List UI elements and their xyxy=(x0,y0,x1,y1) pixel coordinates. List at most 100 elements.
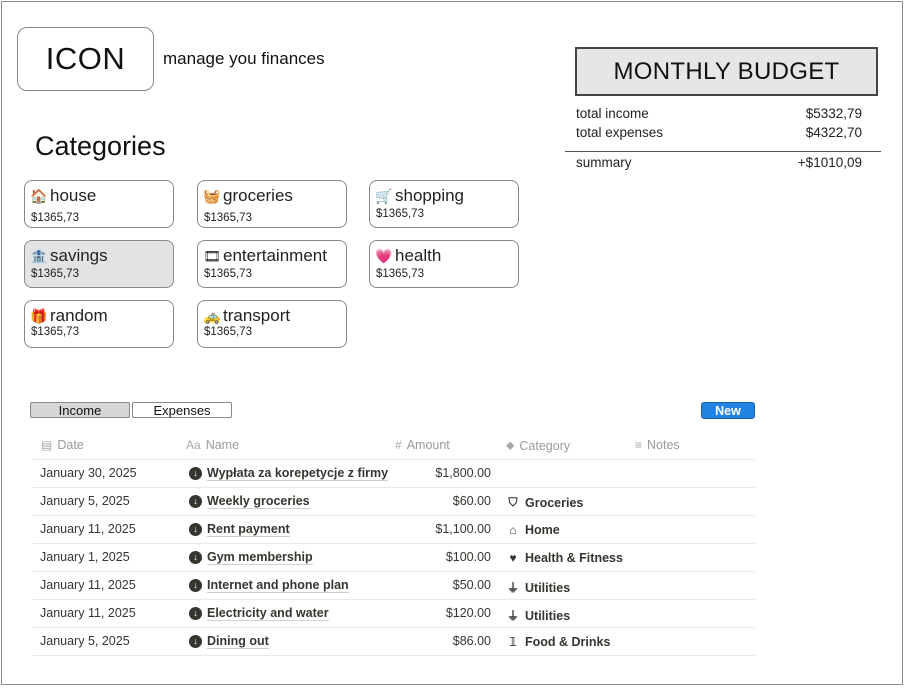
category-amount: $1365,73 xyxy=(31,212,79,224)
row-date: January 11, 2025 xyxy=(40,578,136,592)
tag-icon: ⬥ xyxy=(506,438,515,452)
heart-icon: 💗 xyxy=(375,247,393,264)
budget-title-text: MONTHLY BUDGET xyxy=(613,57,840,85)
arrow-down-circle-icon: ↓ xyxy=(189,467,202,480)
table-row[interactable]: January 30, 2025 ↓ Wypłata za korepetycje… xyxy=(33,460,755,488)
category-card-random[interactable]: 🎁 random $1365,73 xyxy=(24,300,174,348)
row-category[interactable]: ⏚ Utilities xyxy=(506,579,570,596)
bank-icon: 🏦 xyxy=(30,247,48,264)
table-row[interactable]: January 5, 2025 ↓ Dining out $86.00 𝟙 Food… xyxy=(33,628,755,656)
category-card-entertainment[interactable]: 🎞 entertainment $1365,73 xyxy=(197,240,347,288)
category-amount: $1365,73 xyxy=(31,268,79,280)
tab-expenses[interactable]: Expenses xyxy=(132,402,232,418)
arrow-down-circle-icon: ↓ xyxy=(189,607,202,620)
total-income-row: total income $5332,79 xyxy=(576,106,862,121)
row-date: January 11, 2025 xyxy=(40,606,136,620)
row-category[interactable]: ♥ Health & Fitness xyxy=(506,551,623,565)
arrow-down-circle-icon: ↓ xyxy=(189,635,202,648)
tagline: manage you finances xyxy=(163,49,325,68)
row-amount: $86.00 xyxy=(452,634,491,648)
category-amount: $1365,73 xyxy=(376,208,424,220)
category-card-groceries[interactable]: 🧺 groceries $1365,73 xyxy=(197,180,347,228)
summary-value: +$1010,09 xyxy=(797,155,862,170)
column-name[interactable]: Aa Name xyxy=(186,438,239,452)
row-amount: $100.00 xyxy=(445,550,491,564)
column-amount[interactable]: # Amount xyxy=(395,438,450,452)
row-category[interactable]: ⌂ Home xyxy=(506,523,559,537)
budget-divider xyxy=(565,151,881,152)
row-amount: $120.00 xyxy=(445,606,491,620)
row-amount: $1,800.00 xyxy=(435,466,491,480)
logo-text: ICON xyxy=(45,41,126,76)
arrow-down-circle-icon: ↓ xyxy=(189,495,202,508)
total-expenses-label: total expenses xyxy=(576,125,664,140)
row-name[interactable]: ↓ Dining out xyxy=(189,634,269,649)
table-row[interactable]: January 11, 2025 ↓ Rent payment $1,100.00… xyxy=(33,516,755,544)
category-amount: $1365,73 xyxy=(204,212,252,224)
total-expenses-row: total expenses $4322,70 xyxy=(576,125,862,140)
gift-icon: 🎁 xyxy=(30,307,48,324)
text-type-icon: Aa xyxy=(186,438,201,452)
summary-row: summary +$1010,09 xyxy=(576,155,862,170)
tab-income[interactable]: Income xyxy=(30,402,130,418)
row-amount: $1,100.00 xyxy=(435,522,491,536)
column-date[interactable]: ▤ Date xyxy=(41,438,84,452)
table-header: ▤ Date Aa Name # Amount ⬥ Category ≡ Notes xyxy=(33,432,755,460)
categories-heading: Categories xyxy=(35,131,166,161)
category-card-savings[interactable]: 🏦 savings $1365,73 xyxy=(24,240,174,288)
new-button[interactable]: New xyxy=(701,402,755,419)
table-row[interactable]: January 5, 2025 ↓ Weekly groceries $60.00… xyxy=(33,488,755,516)
row-name[interactable]: ↓ Weekly groceries xyxy=(189,494,310,509)
plug-icon: ⏚ xyxy=(506,581,519,595)
row-date: January 5, 2025 xyxy=(40,634,130,648)
category-label: house xyxy=(50,186,97,205)
number-type-icon: # xyxy=(395,438,402,452)
utensils-icon: 𝟙 xyxy=(508,635,518,649)
row-category[interactable]: ⏚ Utilities xyxy=(506,607,570,624)
category-label: groceries xyxy=(223,186,293,205)
category-amount: $1365,73 xyxy=(31,326,79,338)
category-card-transport[interactable]: 🚕 transport $1365,73 xyxy=(197,300,347,348)
row-name[interactable]: ↓ Gym membership xyxy=(189,550,313,565)
row-date: January 5, 2025 xyxy=(40,494,130,508)
category-label: random xyxy=(50,306,108,325)
row-name[interactable]: ↓ Electricity and water xyxy=(189,606,329,621)
film-icon: 🎞 xyxy=(203,247,221,264)
row-category[interactable]: ⛉ Groceries xyxy=(506,495,583,510)
total-income-label: total income xyxy=(576,106,649,121)
summary-label: summary xyxy=(576,155,632,170)
table-row[interactable]: January 11, 2025 ↓ Electricity and water … xyxy=(33,600,755,628)
row-category[interactable]: 𝟙 Food & Drinks xyxy=(506,635,611,649)
row-name[interactable]: ↓ Rent payment xyxy=(189,522,290,537)
row-amount: $60.00 xyxy=(452,494,491,508)
category-card-house[interactable]: 🏠 house $1365,73 xyxy=(24,180,174,228)
category-card-shopping[interactable]: 🛒 shopping $1365,73 xyxy=(369,180,519,228)
logo-placeholder: ICON xyxy=(17,27,154,91)
category-card-health[interactable]: 💗 health $1365,73 xyxy=(369,240,519,288)
total-income-value: $5332,79 xyxy=(805,106,862,121)
category-label: health xyxy=(395,246,442,265)
row-name[interactable]: ↓ Internet and phone plan xyxy=(189,578,349,593)
category-amount: $1365,73 xyxy=(204,326,252,338)
category-amount: $1365,73 xyxy=(376,268,424,280)
heart-icon: ♥ xyxy=(509,551,517,565)
lines-icon: ≡ xyxy=(635,438,643,452)
row-date: January 30, 2025 xyxy=(40,466,137,480)
house-icon: 🏠 xyxy=(30,187,48,204)
total-expenses-value: $4322,70 xyxy=(805,125,862,140)
table-row[interactable]: January 1, 2025 ↓ Gym membership $100.00 … xyxy=(33,544,755,572)
cart-icon: 🛒 xyxy=(375,187,393,204)
column-category[interactable]: ⬥ Category xyxy=(506,438,570,453)
category-amount: $1365,73 xyxy=(204,268,252,280)
column-notes[interactable]: ≡ Notes xyxy=(635,438,680,452)
basket-icon: 🧺 xyxy=(203,187,221,204)
car-icon: 🚕 xyxy=(203,307,221,324)
table-row[interactable]: January 11, 2025 ↓ Internet and phone pla… xyxy=(33,572,755,600)
category-label: shopping xyxy=(395,186,465,205)
row-name[interactable]: ↓ Wypłata za korepetycje z firmy xyxy=(189,466,389,481)
home-icon: ⌂ xyxy=(509,523,517,537)
category-label: savings xyxy=(50,246,108,265)
category-label: entertainment xyxy=(223,246,327,265)
budget-title: MONTHLY BUDGET xyxy=(575,47,878,96)
arrow-down-circle-icon: ↓ xyxy=(189,579,202,592)
